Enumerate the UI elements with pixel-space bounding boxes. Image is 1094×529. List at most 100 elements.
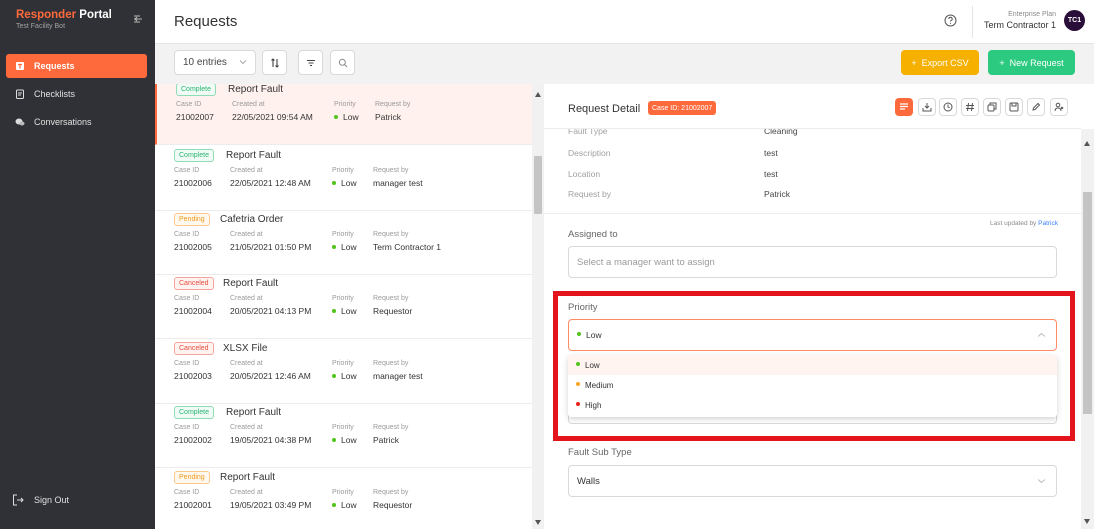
page-title: Requests xyxy=(174,13,238,30)
priority-dot xyxy=(332,437,336,442)
last-updated-prefix: Last updated by xyxy=(990,220,1037,227)
download-button[interactable] xyxy=(918,98,936,116)
request-by-value: manager test xyxy=(373,178,423,188)
user-assign-icon xyxy=(1054,102,1064,112)
sort-icon xyxy=(270,57,280,68)
brand: Responder Portal Test Facility Bot xyxy=(16,9,112,30)
save-button[interactable] xyxy=(1005,98,1023,116)
priority-label: Priority xyxy=(332,424,354,431)
priority-text: Low xyxy=(341,371,357,381)
scroll-down-icon[interactable] xyxy=(535,516,541,528)
request-row[interactable]: Complete Report Fault Case ID Created at Pri… xyxy=(155,147,532,211)
list-scrollbar[interactable] xyxy=(532,84,544,529)
case-id-value: 21002004 xyxy=(174,306,212,316)
assigned-to-label: Assigned to xyxy=(568,229,618,240)
request-icon xyxy=(14,60,26,72)
detail-scrollbar[interactable] xyxy=(1081,129,1094,529)
filter-icon xyxy=(306,58,316,68)
created-at-label: Created at xyxy=(230,360,263,367)
detail-field-label: Description xyxy=(568,148,611,158)
priority-text: Low xyxy=(341,500,357,510)
collapse-sidebar-icon[interactable] xyxy=(133,14,143,24)
priority-value: Low xyxy=(332,371,357,381)
priority-label: Priority xyxy=(332,360,354,367)
created-at-value: 21/05/2021 01:50 PM xyxy=(230,242,312,252)
created-at-label: Created at xyxy=(232,101,265,108)
priority-text: Low xyxy=(341,306,357,316)
request-by-label: Request by xyxy=(375,101,411,108)
sign-out-button[interactable]: Sign Out xyxy=(12,494,69,506)
entries-select[interactable]: 10 entries xyxy=(174,50,256,75)
history-button[interactable] xyxy=(939,98,957,116)
copy-icon xyxy=(987,102,997,112)
avatar[interactable]: TC1 xyxy=(1064,10,1085,31)
search-icon xyxy=(338,58,348,68)
plus-icon: + xyxy=(999,57,1005,68)
scroll-down-icon[interactable] xyxy=(1084,515,1090,527)
sidebar-item-label: Requests xyxy=(34,61,75,71)
priority-label: Priority xyxy=(332,167,354,174)
detail-scroll-thumb[interactable] xyxy=(1083,192,1092,414)
plan-info: Enterprise Plan Term Contractor 1 xyxy=(984,11,1056,30)
chat-icon xyxy=(14,116,26,128)
fault-sub-type-select[interactable]: Walls xyxy=(568,465,1057,497)
fault-sub-type-label: Fault Sub Type xyxy=(568,447,632,458)
detail-field-label: Request by xyxy=(568,189,611,199)
request-row[interactable]: Pending Report Fault Case ID Created at Prio… xyxy=(155,469,532,529)
sidebar-item-checklists[interactable]: Checklists xyxy=(6,82,147,106)
edit-button[interactable] xyxy=(1027,98,1045,116)
sort-button[interactable] xyxy=(262,50,287,75)
scroll-up-icon[interactable] xyxy=(1084,137,1090,149)
created-at-value: 22/05/2021 12:48 AM xyxy=(230,178,311,188)
priority-text: Low xyxy=(343,112,359,122)
last-updated-by[interactable]: Patrick xyxy=(1038,220,1058,227)
created-at-label: Created at xyxy=(230,424,263,431)
priority-dot xyxy=(332,373,336,378)
request-title: Report Fault xyxy=(223,278,279,289)
request-row[interactable]: Canceled Report Fault Case ID Created at Pri… xyxy=(155,275,532,339)
request-row[interactable]: Complete Report Fault Case ID Created at Pri… xyxy=(155,84,532,145)
export-csv-button[interactable]: + Export CSV xyxy=(901,50,979,75)
priority-dot xyxy=(332,502,336,507)
request-by-value: Patrick xyxy=(373,435,399,445)
help-icon[interactable] xyxy=(944,14,957,27)
created-at-label: Created at xyxy=(230,231,263,238)
assign-button[interactable] xyxy=(1050,98,1068,116)
download-icon xyxy=(922,102,932,112)
copy-button[interactable] xyxy=(983,98,1001,116)
request-row[interactable]: Canceled XLSX File Case ID Created at Priori… xyxy=(155,340,532,404)
tag-button[interactable] xyxy=(961,98,979,116)
priority-value: Low xyxy=(332,178,357,188)
request-by-label: Request by xyxy=(373,360,409,367)
last-updated: Last updated by Patrick xyxy=(990,220,1058,227)
new-request-button[interactable]: + New Request xyxy=(988,50,1075,75)
priority-label: Priority xyxy=(332,295,354,302)
filter-button[interactable] xyxy=(298,50,323,75)
scroll-up-icon[interactable] xyxy=(535,88,541,100)
created-at-value: 22/05/2021 09:54 AM xyxy=(232,112,313,122)
case-id-label: Case ID xyxy=(174,360,200,367)
details-tab-button[interactable] xyxy=(895,98,913,116)
priority-value: Low xyxy=(332,435,357,445)
plan-name: Enterprise Plan xyxy=(1008,11,1056,18)
priority-value: Low xyxy=(334,112,359,122)
sidebar-item-conversations[interactable]: Conversations xyxy=(6,110,147,134)
clock-icon xyxy=(943,102,953,112)
status-badge: Pending xyxy=(174,471,210,484)
search-button[interactable] xyxy=(330,50,355,75)
priority-label: Priority xyxy=(332,231,354,238)
sidebar-item-requests[interactable]: Requests xyxy=(6,54,147,78)
assigned-to-select[interactable]: Select a manager want to assign xyxy=(568,246,1057,278)
request-row[interactable]: Complete Report Fault Case ID Created at Pri… xyxy=(155,404,532,468)
fault-sub-type-value: Walls xyxy=(577,475,600,487)
list-scroll-thumb[interactable] xyxy=(534,156,542,214)
checklist-icon xyxy=(14,88,26,100)
case-id-label: Case ID xyxy=(174,295,200,302)
priority-value: Low xyxy=(332,242,357,252)
request-row[interactable]: Pending Cafetria Order Case ID Created at Pr… xyxy=(155,211,532,275)
case-id-label: Case ID xyxy=(174,489,200,496)
sidebar: Responder Portal Test Facility Bot Reque… xyxy=(0,0,155,529)
case-id-value: 21002003 xyxy=(174,371,212,381)
priority-text: Low xyxy=(341,435,357,445)
created-at-label: Created at xyxy=(230,489,263,496)
